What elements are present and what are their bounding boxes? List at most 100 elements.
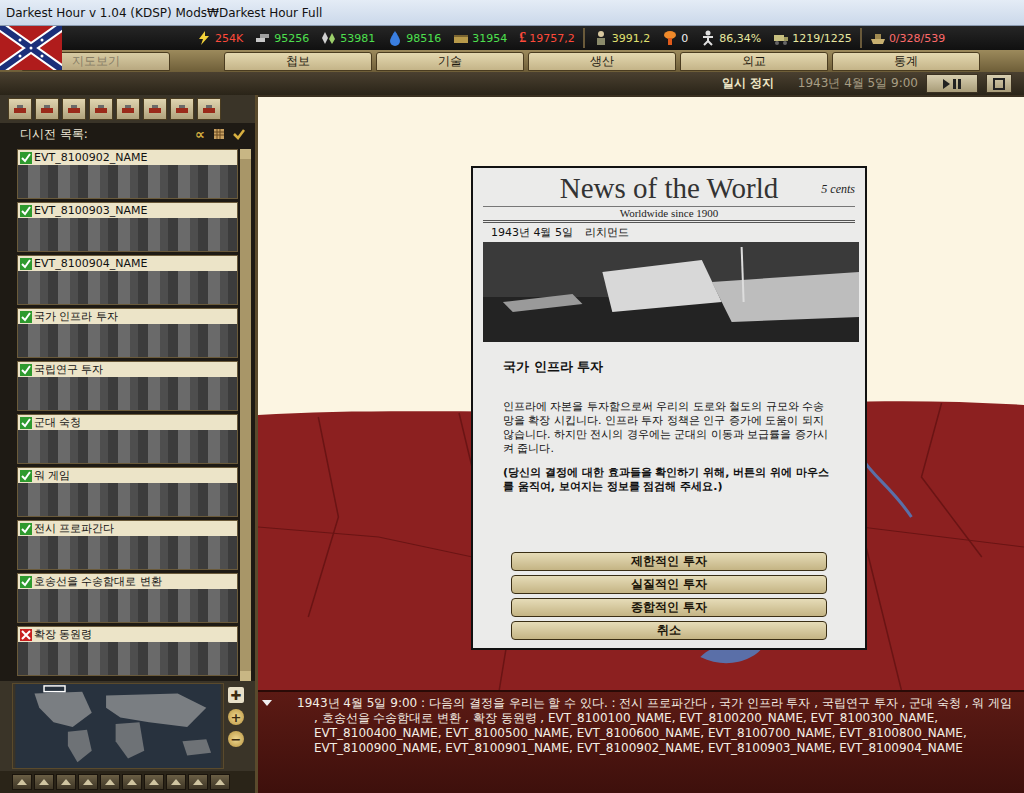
sort-button[interactable]: ∝ [195,126,205,142]
unit-type-icon [200,102,218,116]
resource-value: 31954 [472,32,507,45]
title-bar: Darkest Hour v 1.04 (KDSP) Mods₩Darkest … [0,0,1024,26]
available-check-icon [20,364,32,376]
confederate-flag-icon[interactable] [0,26,62,70]
sidebar-tab-row [0,95,255,123]
message-log: 1943년 4월 5일 9:00 : 다음의 결정을 우리는 할 수 있다. :… [258,690,1024,793]
decision-item[interactable]: 호송선을 수송함대로 변환 [17,573,238,623]
resource[interactable]: 98516 [387,30,441,46]
map-mode-button[interactable] [122,774,142,790]
sidebar-tab[interactable] [35,98,59,120]
resource[interactable]: 53981 [321,30,375,46]
sidebar-tab[interactable] [197,98,221,120]
decision-picture [18,271,237,304]
decision-item[interactable]: EVT_8100904_NAME [17,255,238,305]
resource[interactable]: 95256 [255,30,309,46]
decision-name: EVT_8100904_NAME [34,257,147,271]
sidebar-tab[interactable] [62,98,86,120]
minimap-controls: ✚ + − [228,683,244,769]
map-view[interactable]: News of the World5 centsWorldwide since … [258,95,1024,690]
map-mode-button[interactable] [210,774,230,790]
decision-item[interactable]: 국가 인프라 투자 [17,308,238,358]
option-button[interactable]: 제한적인 투자 [511,552,827,571]
map-mode-button[interactable] [56,774,76,790]
map-mode-button[interactable] [166,774,186,790]
decision-item[interactable]: 전시 프로파간다 [17,520,238,570]
metal-icon [255,30,271,46]
decision-picture [18,377,237,410]
available-check-icon [20,152,32,164]
resource[interactable]: 3991,2 [593,30,651,46]
sidebar-tab[interactable] [116,98,140,120]
decision-name: 확장 동원령 [34,628,93,642]
map-mode-button[interactable] [34,774,54,790]
tab[interactable]: 기술 [376,52,524,71]
dateline: 1943년 4월 5일리치먼드 [483,223,855,242]
available-check-icon [20,576,32,588]
map-mode-button[interactable] [188,774,208,790]
decision-label: 국가 인프라 투자 [18,309,237,324]
scroll-track[interactable] [240,159,251,671]
decision-label: 군대 숙청 [18,415,237,430]
map-mode-button[interactable] [100,774,120,790]
zoom-button[interactable]: + [228,709,244,725]
decision-item[interactable]: 확장 동원령 [17,626,238,676]
check-all-icon[interactable] [233,128,245,140]
tab[interactable]: 생산 [528,52,676,71]
sidebar-tab[interactable] [143,98,167,120]
decision-item[interactable]: 국립연구 투자 [17,361,238,411]
map-mode-button[interactable] [78,774,98,790]
decision-picture [18,483,237,516]
decision-name: EVT_8100902_NAME [34,151,147,165]
resource[interactable]: 1219/1225 [773,30,852,46]
tab[interactable]: 외교 [680,52,828,71]
resource-value: 254K [215,32,243,45]
scroll-down-icon[interactable] [240,671,251,681]
collapse-icon[interactable] [262,700,272,706]
resource[interactable]: 0/328/539 [870,30,945,46]
resource[interactable]: 31954 [453,30,507,46]
map-mode-button[interactable] [12,774,32,790]
resource-group: 3991,2 0 86,34% 1219/1225 [585,28,862,48]
map-mode-icon [147,777,161,787]
stop-button[interactable] [986,74,1012,93]
resource[interactable]: 254K [196,30,243,46]
scrollbar[interactable] [240,149,251,681]
minimap: ✚ + − [0,681,255,771]
resource-group: 0/328/539 [862,28,953,48]
sidebar-tab[interactable] [170,98,194,120]
decision-label: 전시 프로파간다 [18,521,237,536]
decision-picture [18,165,237,198]
play-pause-icon [940,78,964,90]
decision-item[interactable]: EVT_8100902_NAME [17,149,238,199]
decision-item[interactable]: 군대 숙청 [17,414,238,464]
resource-group: 254K 95256 53981 98516 31954 £19757,2 [188,28,585,48]
available-check-icon [20,311,32,323]
grid-icon[interactable] [213,128,225,140]
zoom-button[interactable]: − [228,731,244,747]
decision-item[interactable]: EVT_8100903_NAME [17,202,238,252]
sidebar-tab[interactable] [8,98,32,120]
tab[interactable]: 통계 [832,52,980,71]
tab-bar: 지도보기첩보기술생산외교통계 [0,50,1024,72]
sidebar-tab[interactable] [89,98,113,120]
option-button[interactable]: 취소 [511,621,827,640]
option-button[interactable]: 종합적인 투자 [511,598,827,617]
zoom-button[interactable]: ✚ [228,687,244,703]
map-mode-icon [125,777,139,787]
motto: Worldwide since 1900 [483,207,855,223]
option-button[interactable]: 실질적인 투자 [511,575,827,594]
resource[interactable]: 0 [662,30,688,46]
scroll-up-icon[interactable] [240,149,251,159]
game-date: 1943년 4월 5일 9:00 [798,75,918,92]
world-minimap[interactable] [12,683,224,769]
decision-list: EVT_8100902_NAME EVT_8100903_NAME EVT_8100… [17,149,238,681]
tab[interactable]: 첩보 [224,52,372,71]
resource[interactable]: 86,34% [700,30,761,46]
masthead: News of the World [560,172,779,205]
resource[interactable]: £19757,2 [519,30,575,46]
map-mode-button[interactable] [144,774,164,790]
play-pause-button[interactable] [926,74,978,93]
decision-item[interactable]: 워 게임 [17,467,238,517]
dialog-hint: (당신의 결정에 대한 효과들을 확인하기 위해, 버튼의 위에 마우스를 움직… [483,456,855,494]
